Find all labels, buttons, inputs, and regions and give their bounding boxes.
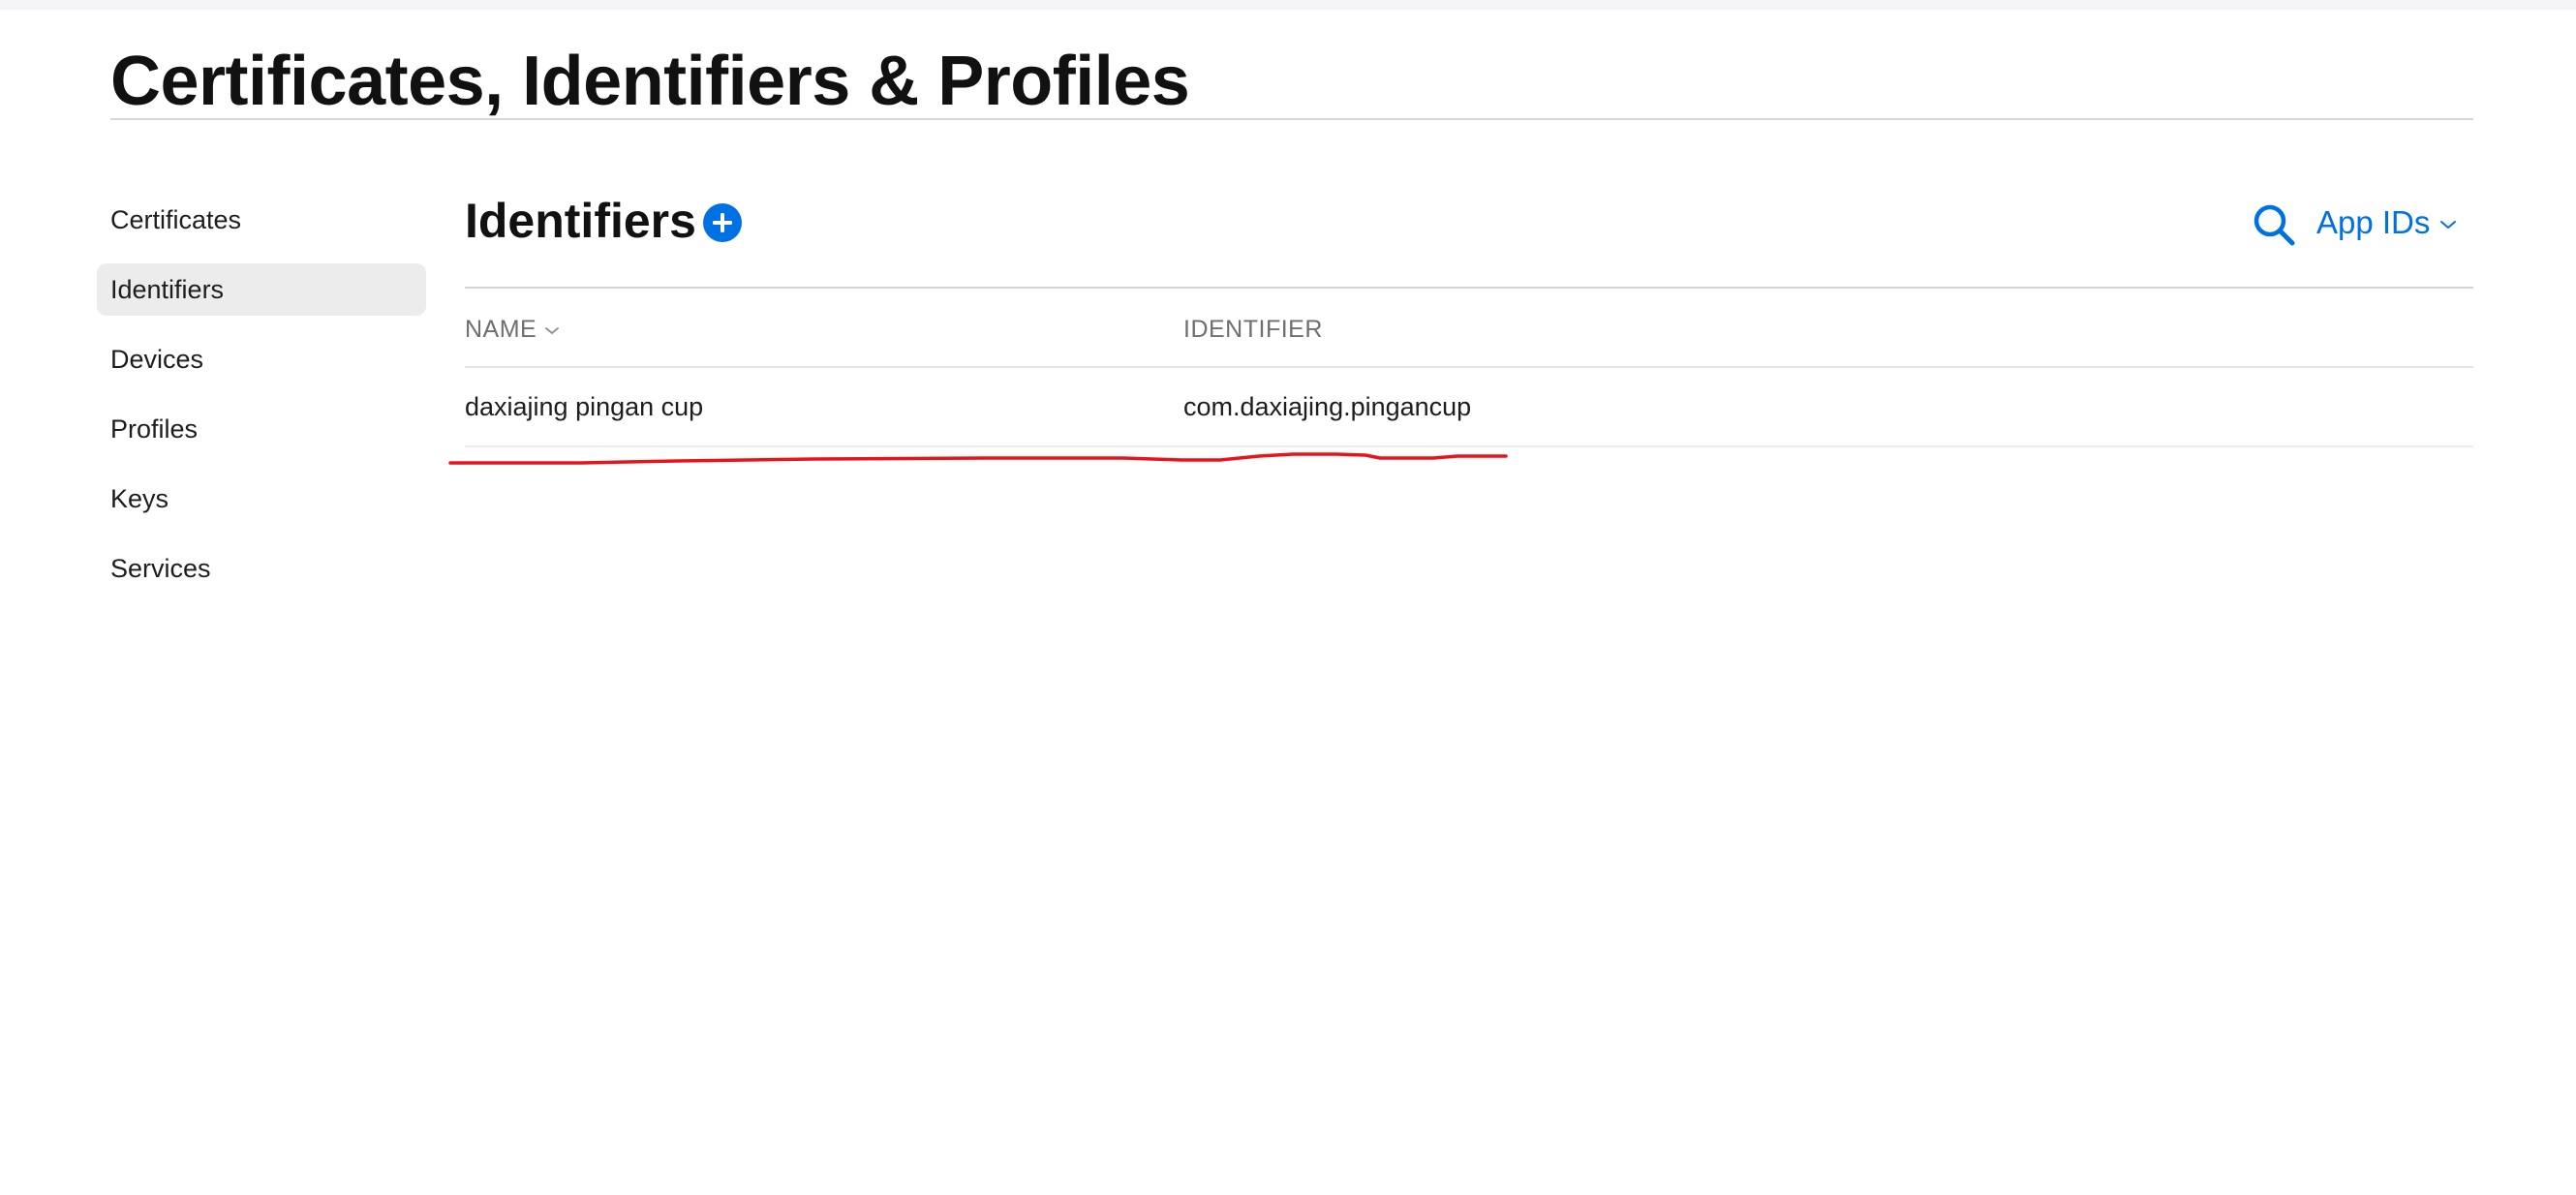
- chevron-down-icon: [2440, 221, 2457, 229]
- table-top-divider: [465, 287, 2473, 289]
- search-icon: [2254, 204, 2295, 246]
- identifier-type-dropdown[interactable]: App IDs: [2316, 199, 2457, 246]
- search-button[interactable]: [2251, 201, 2297, 248]
- sidebar-item-label: Devices: [110, 345, 204, 374]
- sidebar-item-label: Certificates: [110, 205, 242, 234]
- add-identifier-button[interactable]: [703, 203, 742, 242]
- sidebar-item-identifiers[interactable]: Identifiers: [97, 263, 426, 316]
- sidebar: Certificates Identifiers Devices Profile…: [97, 194, 426, 612]
- column-header-label: NAME: [465, 316, 537, 343]
- sidebar-item-profiles[interactable]: Profiles: [97, 403, 426, 455]
- section-title: Identifiers: [465, 194, 696, 248]
- identifier-name-cell: daxiajing pingan cup: [465, 392, 704, 421]
- identifier-bundle-id-cell: com.daxiajing.pingancup: [1183, 392, 1472, 421]
- sidebar-item-devices[interactable]: Devices: [97, 333, 426, 385]
- top-strip: [0, 0, 2576, 10]
- sidebar-item-label: Profiles: [110, 414, 199, 444]
- column-header-identifier: IDENTIFIER: [1183, 316, 1323, 343]
- plus-circle-icon: [713, 213, 732, 232]
- column-header-name[interactable]: NAME: [465, 310, 560, 349]
- sidebar-item-certificates[interactable]: Certificates: [97, 194, 426, 246]
- sidebar-item-label: Keys: [110, 484, 169, 513]
- sidebar-item-label: Services: [110, 554, 211, 583]
- page-title: Certificates, Identifiers & Profiles: [110, 43, 1190, 120]
- sidebar-item-keys[interactable]: Keys: [97, 473, 426, 525]
- identifier-type-selected: App IDs: [2316, 204, 2431, 240]
- red-underline-annotation: [448, 452, 1508, 465]
- sort-chevron-down-icon: [545, 327, 560, 334]
- table-row[interactable]: daxiajing pingan cup com.daxiajing.pinga…: [465, 368, 2473, 445]
- title-divider: [110, 118, 2473, 120]
- sidebar-item-services[interactable]: Services: [97, 542, 426, 595]
- sidebar-item-label: Identifiers: [110, 275, 225, 304]
